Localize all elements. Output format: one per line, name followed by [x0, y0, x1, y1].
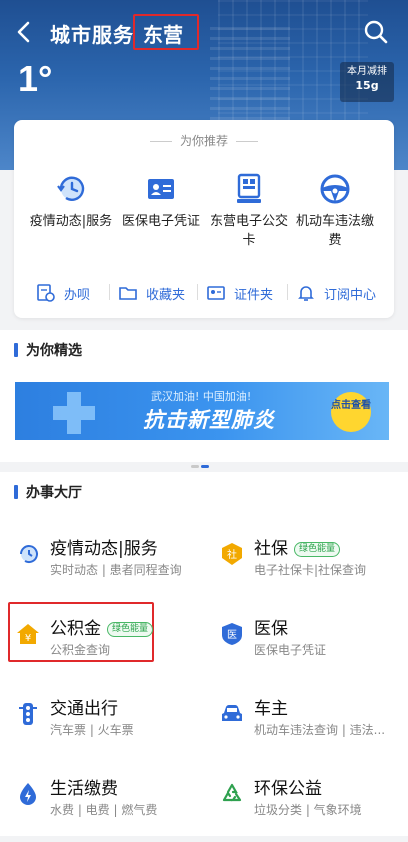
service-desc: 电子社保卡|社保查询: [254, 563, 367, 577]
quick-link-label: 办呗: [64, 287, 91, 303]
service-name-text: 公积金: [50, 619, 101, 639]
social-security-icon: 社: [222, 543, 242, 565]
service-name: 生活缴费: [50, 779, 118, 799]
service-housing-fund[interactable]: ¥ 公积金 绿色能量 公积金查询: [16, 614, 206, 674]
service-name: 车主: [254, 699, 288, 719]
carousel-dot: [191, 465, 199, 468]
emission-value: 15g: [355, 79, 379, 92]
recommend-item-bus-card[interactable]: 东营电子公交卡: [204, 172, 294, 250]
folder-icon: [119, 287, 137, 300]
doc-clock-icon: [37, 284, 55, 302]
qr-bus-card-icon: [237, 173, 261, 203]
city-selector[interactable]: 东营: [143, 19, 183, 48]
car-icon: [222, 705, 242, 721]
service-name-text: 社保: [254, 539, 288, 559]
emission-label: 本月减排: [347, 66, 387, 77]
service-utilities[interactable]: 生活缴费 水费 | 电费 | 燃气费: [16, 774, 206, 834]
service-desc: 实时动态 | 患者同程查询: [50, 563, 182, 577]
housing-fund-icon: ¥: [17, 624, 39, 644]
service-transport[interactable]: 交通出行 汽车票 | 火车票: [16, 694, 206, 754]
banner-title: 抗击新型肺炎: [143, 408, 275, 432]
lightning-icon: [20, 783, 36, 805]
medical-insurance-icon: 医: [222, 623, 242, 645]
green-energy-badge: 绿色能量: [294, 542, 341, 557]
traffic-light-icon: [19, 703, 37, 725]
quick-links: 办呗 收藏夹 证件夹 订阅中心: [14, 278, 394, 306]
service-name: 社保 绿色能量: [254, 534, 341, 559]
quick-link-label: 订阅中心: [324, 287, 377, 303]
quick-link-label: 收藏夹: [146, 287, 186, 303]
service-desc: 公积金查询: [50, 643, 111, 657]
service-social-security[interactable]: 社 社保 绿色能量 电子社保卡|社保查询: [220, 534, 408, 594]
bell-icon: [298, 286, 314, 301]
recommend-item-traffic-fine[interactable]: 机动车违法缴费: [290, 172, 380, 250]
epidemic-banner[interactable]: 武汉加油! 中国加油! 抗击新型肺炎 点击查看: [15, 382, 389, 440]
service-hall-title: 办事大厅: [14, 482, 82, 502]
svg-text:社: 社: [227, 548, 237, 561]
bottom-strip: [0, 836, 408, 842]
service-car-owner[interactable]: 车主 机动车违法查询 | 违法...: [220, 694, 408, 754]
recommend-item-medical-card[interactable]: 医保电子凭证: [116, 172, 206, 231]
recommend-item-epidemic[interactable]: 疫情动态|服务: [26, 172, 116, 231]
quick-link-banbei[interactable]: 办呗: [36, 282, 90, 304]
steering-wheel-icon: [320, 174, 350, 204]
carousel-dot-active: [201, 465, 209, 468]
carousel-dots: [191, 453, 215, 468]
top-bar: 城市服务 东营: [0, 12, 408, 52]
banner-subtitle: 武汉加油! 中国加油!: [151, 390, 252, 403]
recommend-item-label: 医保电子凭证: [121, 214, 200, 229]
banner-view-button[interactable]: 点击查看: [331, 392, 371, 432]
recommend-item-label: 疫情动态|服务: [29, 214, 113, 229]
service-medical-insurance[interactable]: 医 医保 医保电子凭证: [220, 614, 408, 674]
service-name: 交通出行: [50, 699, 118, 719]
green-energy-badge: 绿色能量: [107, 622, 154, 637]
temperature: 1°: [18, 58, 53, 99]
service-desc: 医保电子凭证: [254, 643, 327, 657]
quick-link-cards[interactable]: 证件夹: [206, 282, 273, 304]
featured-title: 为你精选: [14, 340, 82, 360]
recommend-card: 为你推荐 疫情动态|服务 医保电子凭证 东营电子公交卡 机动车违法缴费 办呗 收…: [14, 120, 394, 318]
service-name: 疫情动态|服务: [50, 539, 158, 559]
service-name: 医保: [254, 619, 288, 639]
recycle-icon: [222, 783, 242, 802]
search-button[interactable]: [362, 18, 390, 46]
id-folder-icon: [207, 286, 225, 300]
medical-cross-icon: [53, 392, 95, 434]
clock-refresh-icon: [57, 176, 85, 201]
page-title: 城市服务: [50, 23, 134, 47]
divider: [109, 284, 110, 300]
service-epidemic[interactable]: 疫情动态|服务 实时动态 | 患者同程查询: [16, 534, 206, 594]
service-desc: 汽车票 | 火车票: [50, 723, 134, 737]
clock-refresh-icon: [20, 545, 38, 564]
emission-badge[interactable]: 本月减排 15g: [340, 62, 394, 102]
svg-text:¥: ¥: [25, 633, 31, 644]
recommend-title: 为你推荐: [14, 132, 394, 149]
quick-link-label: 证件夹: [234, 287, 274, 303]
service-environment[interactable]: 环保公益 垃圾分类 | 气象环境: [220, 774, 408, 834]
back-button[interactable]: [12, 18, 38, 46]
service-name: 公积金 绿色能量: [50, 614, 154, 639]
quick-link-subscription[interactable]: 订阅中心: [296, 282, 376, 304]
divider: [287, 284, 288, 300]
svg-text:医: 医: [227, 629, 237, 641]
service-desc: 机动车违法查询 | 违法...: [254, 723, 386, 737]
chevron-left-icon: [17, 21, 30, 43]
search-icon: [364, 20, 388, 44]
recommend-item-label: 机动车违法缴费: [295, 214, 374, 248]
service-desc: 水费 | 电费 | 燃气费: [50, 803, 158, 817]
id-card-icon: [148, 179, 174, 199]
divider: [197, 284, 198, 300]
service-name: 环保公益: [254, 779, 322, 799]
quick-link-favorites[interactable]: 收藏夹: [118, 282, 185, 304]
service-desc: 垃圾分类 | 气象环境: [254, 803, 362, 817]
recommend-item-label: 东营电子公交卡: [209, 214, 288, 248]
